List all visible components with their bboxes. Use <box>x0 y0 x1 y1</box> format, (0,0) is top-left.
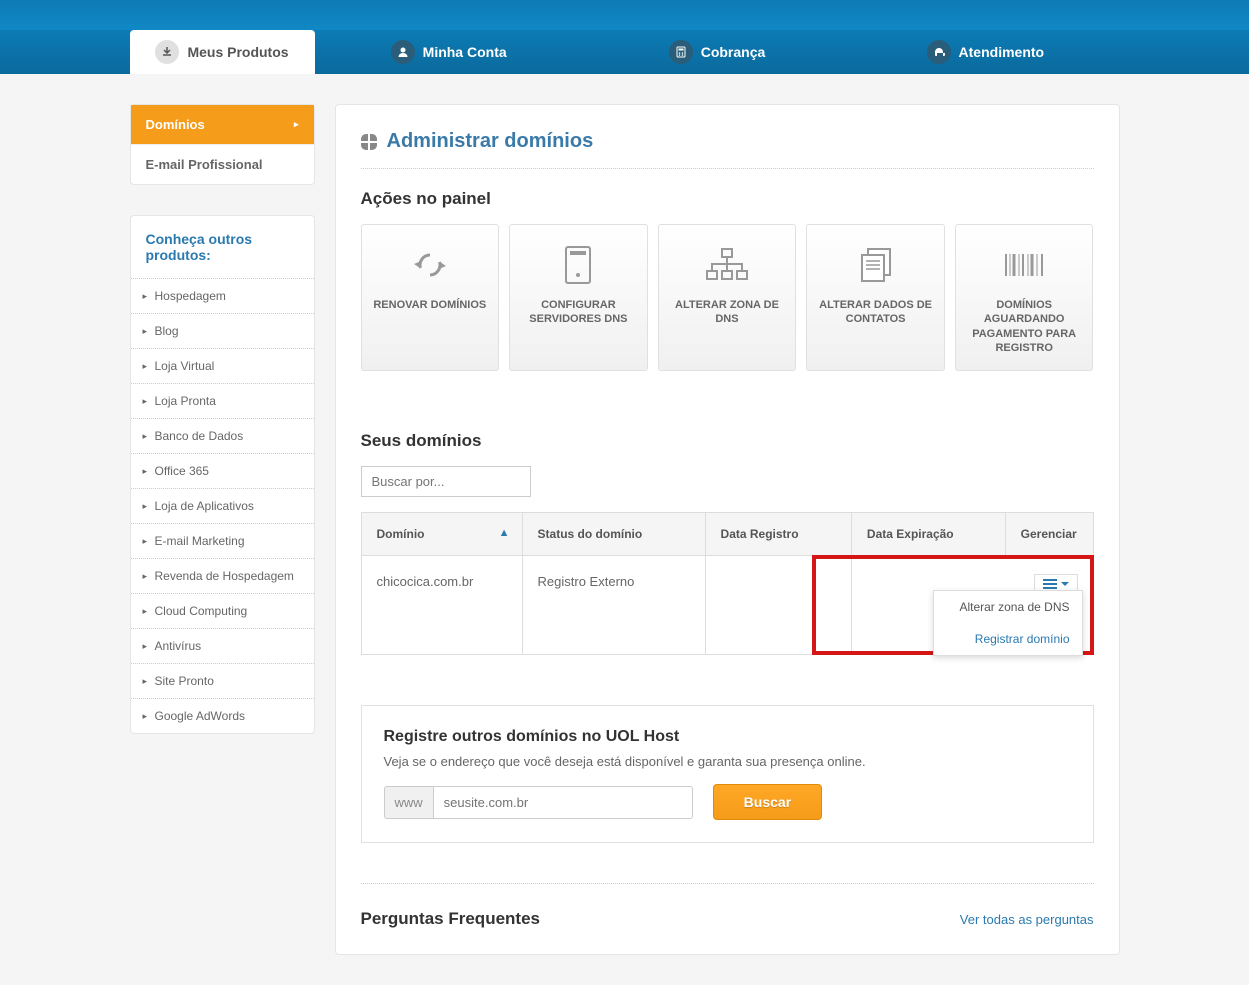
calculator-icon <box>669 40 693 64</box>
action-label: RENOVAR DOMÍNIOS <box>373 298 486 312</box>
action-label: CONFIGURAR SERVIDORES DNS <box>518 298 639 327</box>
nav-tab-billing[interactable]: Cobrança <box>583 30 851 74</box>
manage-dropdown: Alterar zona de DNS Registrar domínio <box>933 590 1083 656</box>
product-link[interactable]: E-mail Marketing <box>131 523 314 558</box>
barcode-icon <box>1002 240 1046 290</box>
refresh-icon <box>412 240 448 290</box>
domain-search-input[interactable] <box>361 466 531 497</box>
product-link[interactable]: Site Pronto <box>131 663 314 698</box>
network-icon <box>705 240 749 290</box>
register-desc: Veja se o endereço que você deseja está … <box>384 754 1071 769</box>
product-link[interactable]: Hospedagem <box>131 278 314 313</box>
documents-icon <box>856 240 896 290</box>
sidebar-products: Conheça outros produtos: Hospedagem Blog… <box>130 215 315 734</box>
dropdown-change-dns[interactable]: Alterar zona de DNS <box>934 591 1082 623</box>
chevron-right-icon: ▸ <box>294 119 299 130</box>
th-manage: Gerenciar <box>1005 513 1093 556</box>
action-change-contacts[interactable]: ALTERAR DADOS DE CONTATOS <box>806 224 945 371</box>
product-link[interactable]: Google AdWords <box>131 698 314 733</box>
table-row: chicocica.com.br Registro Externo Altera… <box>361 556 1093 655</box>
action-label: DOMÍNIOS AGUARDANDO PAGAMENTO PARA REGIS… <box>964 298 1085 355</box>
nav-tab-label: Cobrança <box>701 44 766 60</box>
sidebar-item-label: Domínios <box>146 117 205 132</box>
domains-table: Domínio▲ Status do domínio Data Registro… <box>361 512 1094 655</box>
sidebar-menu: Domínios ▸ E-mail Profissional <box>130 104 315 185</box>
headset-icon <box>927 40 951 64</box>
main-content: Administrar domínios Ações no painel REN… <box>335 104 1120 955</box>
globe-icon <box>361 134 379 150</box>
cell-manage: Alterar zona de DNS Registrar domínio <box>851 556 1093 655</box>
action-pending-payment[interactable]: DOMÍNIOS AGUARDANDO PAGAMENTO PARA REGIS… <box>955 224 1094 371</box>
hamburger-icon <box>1043 579 1057 589</box>
nav-tab-label: Meus Produtos <box>187 44 288 60</box>
action-label: ALTERAR ZONA DE DNS <box>667 298 788 327</box>
register-domain-input[interactable] <box>433 786 693 819</box>
domains-heading: Seus domínios <box>361 431 1094 451</box>
product-link[interactable]: Office 365 <box>131 453 314 488</box>
page-title-text: Administrar domínios <box>387 130 594 153</box>
action-renew-domains[interactable]: RENOVAR DOMÍNIOS <box>361 224 500 371</box>
actions-heading: Ações no painel <box>361 189 1094 209</box>
dropdown-register-domain[interactable]: Registrar domínio <box>934 623 1082 655</box>
nav-tab-label: Atendimento <box>959 44 1045 60</box>
register-box: Registre outros domínios no UOL Host Vej… <box>361 705 1094 843</box>
product-link[interactable]: Antivírus <box>131 628 314 663</box>
caret-down-icon <box>1061 582 1069 586</box>
www-addon: www <box>384 786 433 819</box>
product-link[interactable]: Loja Pronta <box>131 383 314 418</box>
cell-domain: chicocica.com.br <box>361 556 522 655</box>
sidebar-item-domains[interactable]: Domínios ▸ <box>131 105 314 145</box>
product-link[interactable]: Banco de Dados <box>131 418 314 453</box>
user-icon <box>391 40 415 64</box>
download-icon <box>155 40 179 64</box>
th-reg-date[interactable]: Data Registro <box>705 513 851 556</box>
nav-tab-support[interactable]: Atendimento <box>851 30 1119 74</box>
action-change-dns-zone[interactable]: ALTERAR ZONA DE DNS <box>658 224 797 371</box>
product-link[interactable]: Blog <box>131 313 314 348</box>
th-domain[interactable]: Domínio▲ <box>361 513 522 556</box>
sidebar-item-email[interactable]: E-mail Profissional <box>131 145 314 184</box>
cell-reg-date <box>705 556 851 655</box>
sidebar-products-title: Conheça outros produtos: <box>131 216 314 278</box>
register-title: Registre outros domínios no UOL Host <box>384 728 1071 746</box>
faq-all-link[interactable]: Ver todas as perguntas <box>960 912 1094 927</box>
product-link[interactable]: Cloud Computing <box>131 593 314 628</box>
server-icon <box>564 240 592 290</box>
page-title: Administrar domínios <box>361 130 1094 169</box>
sidebar-item-label: E-mail Profissional <box>146 157 263 172</box>
header-gradient <box>0 0 1249 30</box>
divider <box>361 883 1094 884</box>
sort-up-icon: ▲ <box>499 527 510 539</box>
search-button[interactable]: Buscar <box>713 784 822 820</box>
cell-status: Registro Externo <box>522 556 705 655</box>
nav-tab-account[interactable]: Minha Conta <box>315 30 583 74</box>
product-link[interactable]: Revenda de Hospedagem <box>131 558 314 593</box>
action-label: ALTERAR DADOS DE CONTATOS <box>815 298 936 327</box>
product-link[interactable]: Loja Virtual <box>131 348 314 383</box>
faq-heading: Perguntas Frequentes <box>361 909 541 929</box>
product-link[interactable]: Loja de Aplicativos <box>131 488 314 523</box>
nav-tab-label: Minha Conta <box>423 44 507 60</box>
th-status[interactable]: Status do domínio <box>522 513 705 556</box>
nav-bar: Meus Produtos Minha Conta Cobrança Atend… <box>0 30 1249 74</box>
th-exp-date[interactable]: Data Expiração <box>851 513 1005 556</box>
nav-tab-products[interactable]: Meus Produtos <box>130 30 315 74</box>
action-configure-dns[interactable]: CONFIGURAR SERVIDORES DNS <box>509 224 648 371</box>
